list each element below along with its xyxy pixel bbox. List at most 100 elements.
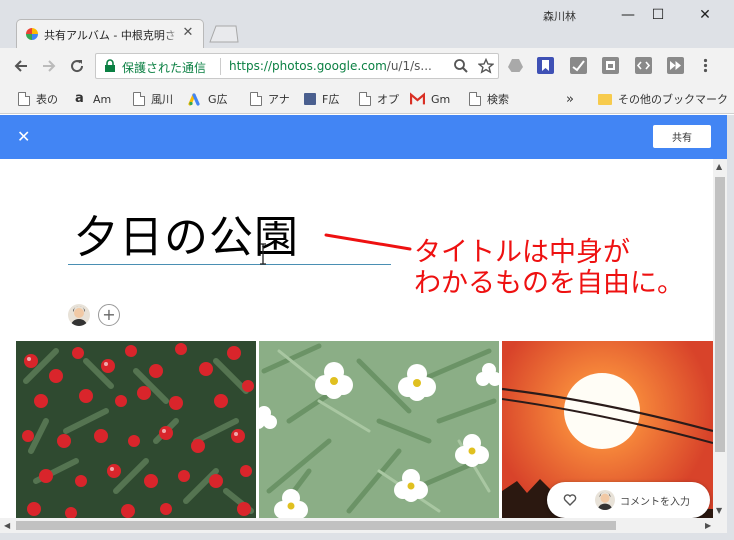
- other-bookmarks-label: その他のブックマーク: [618, 93, 728, 106]
- scroll-right-icon[interactable]: ▶: [705, 521, 711, 530]
- bookmark-item[interactable]: オプ: [359, 90, 399, 108]
- bookmark-label: G広: [208, 93, 228, 106]
- url-text[interactable]: https://photos.google.com/u/1/s...: [229, 59, 432, 73]
- annotation-pointer-line: [324, 233, 412, 251]
- bookmark-label: Gm: [431, 92, 451, 106]
- album-content: 夕日の公園 タイトルは中身が わかるものを自由に。 + コメントを入力: [0, 159, 713, 518]
- back-arrow-icon: [14, 60, 27, 72]
- bookmarks-overflow-button[interactable]: »: [566, 90, 574, 108]
- amazon-icon: a: [75, 91, 84, 106]
- folder-icon: [598, 93, 612, 105]
- document-icon: [18, 92, 30, 106]
- document-icon: [250, 92, 262, 106]
- annotation-text: タイトルは中身が わかるものを自由に。: [414, 237, 684, 299]
- comment-bar[interactable]: コメントを入力: [547, 482, 710, 518]
- heart-icon[interactable]: [563, 493, 577, 507]
- bookmark-extension-icon[interactable]: [537, 57, 554, 74]
- maximize-button[interactable]: ☐: [643, 4, 673, 26]
- red-berries-image: [16, 341, 256, 518]
- bookmark-label: オプ: [377, 93, 399, 106]
- horizontal-scrollbar[interactable]: ◀ ▶: [0, 518, 727, 533]
- bookmark-label: Am: [93, 92, 112, 106]
- media-extension-icon[interactable]: [667, 57, 684, 74]
- calendar-extension-icon[interactable]: [602, 57, 619, 74]
- text-cursor-icon: [260, 243, 266, 265]
- browser-tab[interactable]: 共有アルバム - 中根克明さ ✕: [16, 19, 204, 49]
- annotation-line-2: わかるものを自由に。: [414, 268, 684, 299]
- bookmark-label: アナ: [268, 93, 290, 106]
- url-path: /u/1/s...: [386, 59, 432, 73]
- url-host: https://photos.google.com: [229, 59, 387, 73]
- window-frame-right: [727, 115, 734, 540]
- document-icon: [359, 92, 371, 106]
- annotation-line-1: タイトルは中身が: [414, 237, 630, 268]
- bookmark-item[interactable]: F広: [304, 90, 339, 108]
- lock-icon: [105, 59, 115, 72]
- forward-button[interactable]: [38, 55, 60, 77]
- user-avatar-icon: [68, 304, 90, 326]
- bookmark-item[interactable]: 表の: [18, 90, 58, 108]
- avatar[interactable]: [68, 304, 90, 326]
- window-frame-bottom: [0, 533, 734, 540]
- horizontal-scroll-thumb[interactable]: [16, 521, 616, 530]
- browser-toolbar: 保護された通信 https://photos.google.com/u/1/s.…: [0, 48, 734, 84]
- bookmark-label: 検索: [487, 93, 509, 106]
- bookmark-item[interactable]: G広: [188, 90, 228, 108]
- bookmark-item[interactable]: Gm: [410, 90, 450, 108]
- title-underline: [68, 264, 391, 265]
- gmail-icon: [410, 92, 425, 105]
- bookmarks-bar: 表の a Am 風川 G広 アナ F広 オプ Gm 検索 » その他のブックマーク: [0, 84, 734, 114]
- forward-arrow-icon: [43, 60, 56, 72]
- document-extension-icon: [606, 61, 615, 70]
- other-bookmarks-folder[interactable]: その他のブックマーク: [598, 90, 728, 108]
- scroll-down-icon[interactable]: ▼: [716, 506, 722, 515]
- vertical-scroll-thumb[interactable]: [715, 177, 725, 452]
- bookmark-star-icon[interactable]: [478, 58, 494, 74]
- zoom-search-icon[interactable]: [453, 58, 469, 74]
- white-flowers-photo[interactable]: [259, 341, 499, 518]
- document-icon: [133, 92, 145, 106]
- fast-forward-icon: [670, 61, 681, 70]
- reload-icon: [71, 60, 84, 73]
- bookmark-label: F広: [322, 93, 340, 106]
- scroll-left-icon[interactable]: ◀: [4, 521, 10, 530]
- bookmark-item[interactable]: 風川: [133, 90, 173, 108]
- close-album-icon[interactable]: ✕: [17, 129, 30, 145]
- avatar: [595, 490, 615, 510]
- address-bar[interactable]: 保護された通信 https://photos.google.com/u/1/s.…: [95, 53, 499, 79]
- tab-title-fade: [163, 23, 181, 45]
- chart-extension-icon[interactable]: [570, 57, 587, 74]
- browser-window: 共有アルバム - 中根克明さ ✕ 森川林 — ☐ ✕ 保護された通信 https…: [0, 0, 734, 540]
- album-app-bar: ✕ 共有: [0, 115, 727, 159]
- new-tab-button[interactable]: [208, 25, 240, 43]
- bookmark-label: 表の: [36, 93, 58, 106]
- bookmark-item[interactable]: a Am: [75, 90, 111, 108]
- share-button[interactable]: 共有: [653, 125, 711, 148]
- reload-button[interactable]: [66, 55, 88, 77]
- scroll-up-icon[interactable]: ▲: [716, 162, 722, 171]
- back-button[interactable]: [10, 55, 32, 77]
- document-icon: [469, 92, 481, 106]
- close-window-button[interactable]: ✕: [690, 4, 720, 26]
- red-berries-photo[interactable]: [16, 341, 256, 518]
- facebook-ads-icon: [304, 93, 316, 105]
- chrome-menu-icon[interactable]: [697, 57, 714, 74]
- white-flowers-image: [259, 341, 499, 518]
- vertical-scrollbar[interactable]: ▲ ▼: [713, 159, 727, 518]
- add-person-button[interactable]: +: [98, 304, 120, 326]
- tab-close-icon[interactable]: ✕: [181, 26, 195, 40]
- bookmark-label: 風川: [151, 93, 173, 106]
- google-ads-icon: [188, 93, 200, 106]
- minimize-button[interactable]: —: [613, 4, 643, 26]
- window-user-name[interactable]: 森川林: [543, 8, 576, 24]
- bookmark-ribbon-icon: [542, 60, 549, 71]
- code-extension-icon[interactable]: [635, 57, 652, 74]
- url-separator: [220, 58, 221, 75]
- bookmark-item[interactable]: 検索: [469, 90, 509, 108]
- check-trend-icon: [572, 60, 585, 72]
- drive-extension-icon[interactable]: [507, 57, 524, 74]
- comment-input[interactable]: コメントを入力: [620, 493, 690, 508]
- secure-connection-label[interactable]: 保護された通信: [122, 59, 206, 76]
- title-bar: 共有アルバム - 中根克明さ ✕ 森川林 — ☐ ✕: [0, 0, 734, 49]
- bookmark-item[interactable]: アナ: [250, 90, 290, 108]
